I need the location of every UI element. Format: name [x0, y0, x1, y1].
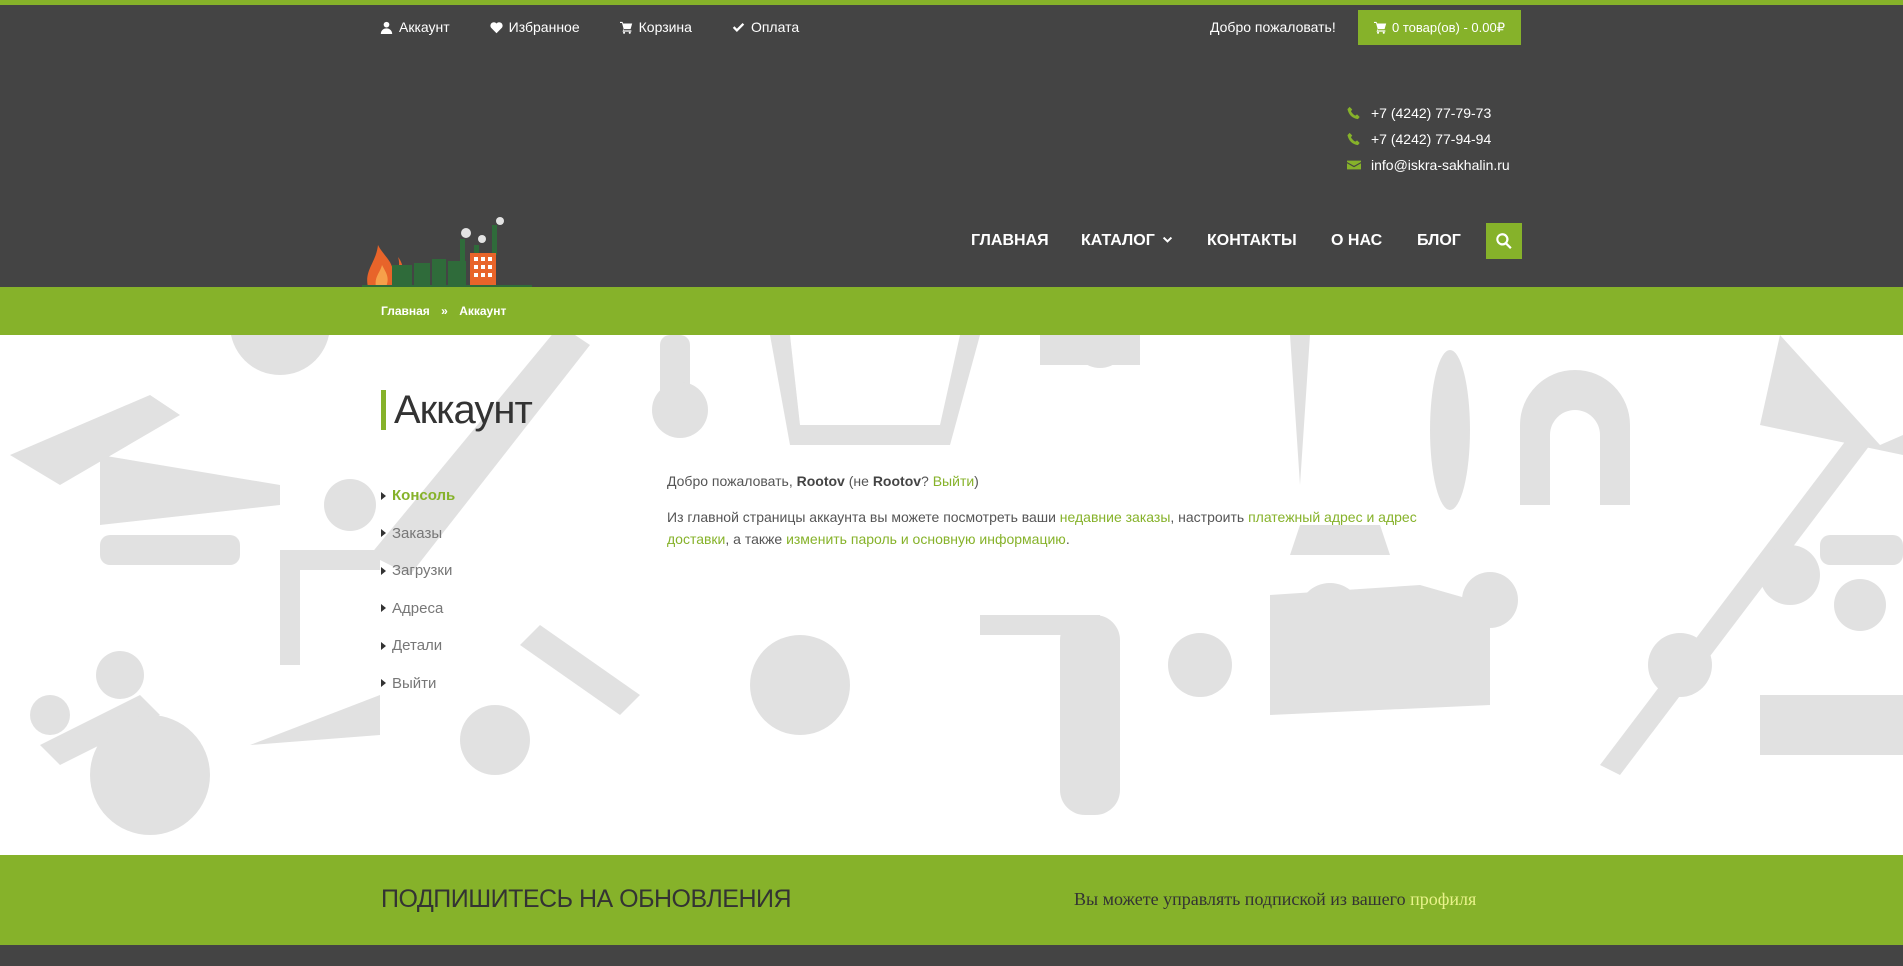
menu-item-label: Загрузки [392, 562, 453, 580]
welcome-paragraph: Добро пожаловать, Rootov (не Rootov? Вый… [667, 470, 1467, 492]
envelope-icon [1347, 160, 1361, 170]
account-link-label: Аккаунт [399, 19, 450, 35]
phone-icon [1347, 106, 1360, 120]
menu-item-addresses[interactable]: Адреса [381, 590, 455, 628]
menu-item-label: Детали [392, 637, 443, 655]
nav-about[interactable]: О НАС [1331, 223, 1382, 259]
search-icon [1496, 233, 1512, 249]
text-fragment: (не [844, 473, 873, 489]
text-fragment: . [1065, 531, 1070, 547]
text-fragment: ? [921, 473, 933, 489]
nav-contacts[interactable]: КОНТАКТЫ [1207, 223, 1297, 259]
heart-icon [490, 21, 503, 33]
cart-icon [619, 21, 632, 34]
breadcrumb: Главная » Аккаунт [381, 287, 514, 335]
text-fragment: Добро пожаловать, [667, 473, 797, 489]
checkout-link-label: Оплата [750, 19, 800, 35]
menu-item-label: Заказы [392, 524, 443, 542]
phone-row: +7 (4242) 77-79-73 [1347, 100, 1510, 126]
username: Rootov [872, 473, 922, 489]
menu-item-console[interactable]: Консоль [381, 477, 455, 515]
cart-icon [1373, 21, 1387, 34]
subscribe-note: Вы можете управлять подпиской из вашего … [1074, 889, 1476, 910]
menu-item-details[interactable]: Детали [381, 627, 455, 665]
wishlist-link[interactable]: Избранное [490, 19, 580, 35]
page-title: Аккаунт [381, 390, 533, 430]
account-link[interactable]: Аккаунт [380, 19, 450, 35]
menu-item-logout[interactable]: Выйти [381, 665, 455, 703]
subscribe-section: ПОДПИШИТЕСЬ НА ОБНОВЛЕНИЯ Вы можете упра… [0, 855, 1903, 945]
email-link[interactable]: info@iskra-sakhalin.ru [1371, 157, 1510, 173]
nav-home[interactable]: ГЛАВНАЯ [971, 223, 1049, 259]
check-icon [732, 22, 745, 32]
contact-info: +7 (4242) 77-79-73 +7 (4242) 77-94-94 in… [1347, 100, 1510, 178]
arrow-right-icon [381, 566, 386, 575]
menu-item-label: Адреса [392, 599, 444, 617]
info-paragraph: Из главной страницы аккаунта вы можете п… [667, 506, 1467, 550]
subscribe-title: ПОДПИШИТЕСЬ НА ОБНОВЛЕНИЯ [381, 885, 792, 913]
breadcrumb-bar: Главная » Аккаунт [0, 287, 1903, 335]
recent-orders-link[interactable]: недавние заказы [1060, 509, 1171, 525]
top-links: Аккаунт Избранное Корзина Оплата [380, 10, 839, 44]
profile-link[interactable]: профиля [1410, 889, 1476, 909]
phone-1[interactable]: +7 (4242) 77-79-73 [1371, 105, 1491, 121]
menu-item-downloads[interactable]: Загрузки [381, 552, 455, 590]
arrow-right-icon [381, 679, 386, 688]
breadcrumb-separator: » [441, 304, 448, 318]
phone-2[interactable]: +7 (4242) 77-94-94 [1371, 131, 1491, 147]
wishlist-link-label: Избранное [508, 19, 580, 35]
checkout-link[interactable]: Оплата [732, 19, 799, 35]
text-fragment: , настроить [1170, 509, 1249, 525]
arrow-right-icon [381, 641, 386, 650]
nav-catalog-label: КАТАЛОГ [1081, 232, 1155, 249]
menu-item-label: Консоль [392, 487, 456, 505]
phone-icon [1347, 132, 1360, 146]
cart-summary-button[interactable]: 0 товар(ов) - 0.00₽ [1358, 10, 1521, 45]
email-row: info@iskra-sakhalin.ru [1347, 152, 1510, 178]
cart-link-label: Корзина [638, 19, 692, 35]
chevron-down-icon [1162, 237, 1172, 244]
cart-link[interactable]: Корзина [619, 19, 692, 35]
subscribe-note-text: Вы можете управлять подпиской из вашего [1074, 889, 1411, 909]
arrow-right-icon [381, 529, 386, 538]
welcome-text: Добро пожаловать! [1210, 19, 1336, 35]
footer [0, 945, 1903, 966]
main-navigation: ГЛАВНАЯ КАТАЛОГ КОНТАКТЫ О НАС БЛОГ [0, 223, 1903, 259]
text-fragment: Из главной страницы аккаунта вы можете п… [667, 509, 1060, 525]
cart-summary-label: 0 товар(ов) - 0.00₽ [1391, 19, 1506, 35]
nav-blog[interactable]: БЛОГ [1417, 223, 1461, 259]
edit-account-link[interactable]: изменить пароль и основную информацию [786, 531, 1066, 547]
text-fragment: , а также [725, 531, 787, 547]
user-icon [380, 21, 393, 34]
breadcrumb-home[interactable]: Главная [381, 304, 430, 318]
top-bar: Аккаунт Избранное Корзина Оплата Добро п… [0, 10, 1903, 45]
menu-item-label: Выйти [392, 674, 437, 692]
tools-background-pattern [10, 335, 1903, 835]
account-dashboard-text: Добро пожаловать, Rootov (не Rootov? Вый… [667, 470, 1467, 564]
username: Rootov [796, 473, 845, 489]
arrow-right-icon [381, 604, 386, 613]
site-header: Аккаунт Избранное Корзина Оплата Добро п… [0, 0, 1903, 291]
menu-item-orders[interactable]: Заказы [381, 515, 455, 553]
breadcrumb-current: Аккаунт [459, 304, 507, 318]
text-fragment: ) [974, 473, 979, 489]
arrow-right-icon [381, 491, 386, 500]
content-area [0, 335, 1903, 855]
account-navigation: Консоль Заказы Загрузки Адреса Детали Вы… [381, 477, 455, 702]
nav-catalog[interactable]: КАТАЛОГ [1081, 223, 1173, 259]
search-button[interactable] [1486, 223, 1522, 259]
logout-link[interactable]: Выйти [933, 473, 974, 489]
phone-row: +7 (4242) 77-94-94 [1347, 126, 1510, 152]
